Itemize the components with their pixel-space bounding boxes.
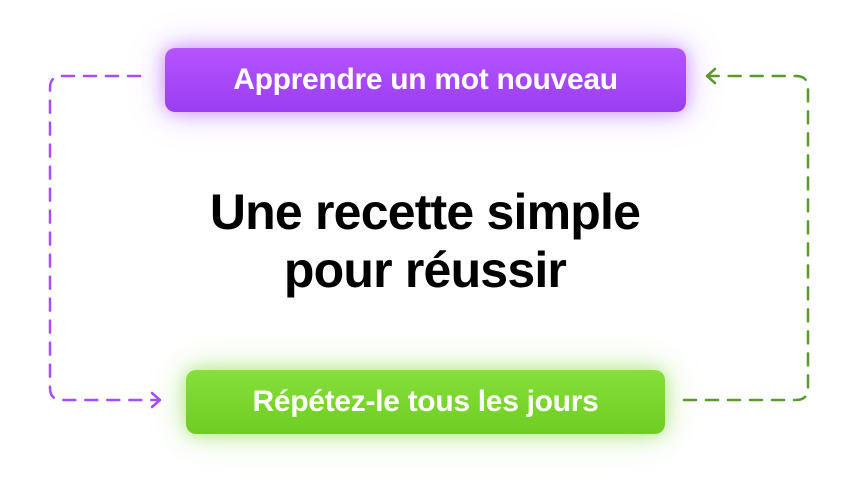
learn-new-word-label: Apprendre un mot nouveau [233,63,618,96]
headline-line-1: Une recette simple [209,184,641,240]
learn-new-word-step: Apprendre un mot nouveau [165,48,686,112]
headline: Une recette simple pour réussir [125,183,725,299]
repeat-daily-label: Répétez-le tous les jours [252,385,599,418]
headline-line-2: pour réussir [283,242,567,298]
repeat-daily-step: Répétez-le tous les jours [186,370,665,434]
